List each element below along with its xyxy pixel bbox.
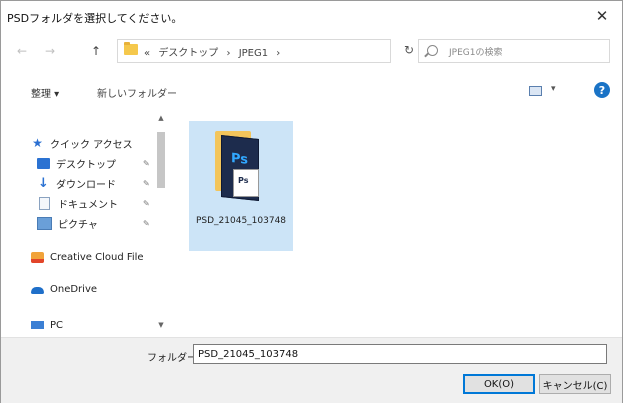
cancel-button[interactable]: キャンセル(C)	[539, 374, 611, 394]
toolbar: 整理 ▾ 新しいフォルダー ▾ ?	[1, 79, 622, 103]
file-name: PSD_21045_103748	[195, 216, 287, 226]
sidebar-item-label: PC	[50, 319, 64, 331]
search-placeholder: JPEG1の検索	[449, 48, 503, 58]
close-button[interactable]: ✕	[582, 1, 622, 31]
new-folder-button[interactable]: 新しいフォルダー	[97, 85, 177, 100]
scrollbar-thumb[interactable]	[157, 132, 165, 188]
documents-icon	[39, 196, 50, 210]
view-options-button[interactable]: ▾	[529, 84, 563, 98]
address-bar[interactable]: « デスクトップ › JPEG1 › ⌄	[117, 39, 464, 63]
breadcrumb: « デスクトップ › JPEG1 ›	[144, 44, 285, 59]
creative-cloud-icon	[31, 251, 44, 263]
onedrive-icon	[31, 287, 44, 294]
search-input[interactable]: JPEG1の検索	[418, 39, 610, 63]
breadcrumb-overflow[interactable]: «	[144, 48, 150, 59]
pin-icon: ✎	[143, 158, 150, 168]
ok-button[interactable]: OK(O)	[463, 374, 535, 394]
sidebar-item-documents[interactable]: ドキュメント ✎	[37, 194, 169, 212]
sidebar-item-pc[interactable]: PC	[31, 316, 169, 332]
navigation-pane: ★ クイック アクセス デスクトップ ✎ ↓ ダウンロード ✎ ドキュメント ✎…	[31, 116, 169, 332]
help-button[interactable]: ?	[594, 82, 610, 98]
back-button[interactable]: ←	[13, 42, 31, 60]
download-icon: ↓	[38, 175, 49, 191]
psd-folder-icon: Ps Ps	[215, 131, 261, 201]
sidebar-item-desktop[interactable]: デスクトップ ✎	[37, 154, 169, 172]
folder-icon	[124, 42, 138, 55]
sidebar-item-pictures[interactable]: ピクチャ ✎	[37, 214, 169, 232]
title-bar: PSDフォルダを選択してください。 ✕	[1, 1, 622, 31]
navigation-scrollbar[interactable]: ▲ ▼	[155, 114, 167, 334]
sidebar-item-label: ダウンロード	[56, 179, 116, 191]
breadcrumb-jpeg1[interactable]: JPEG1	[239, 48, 268, 59]
breadcrumb-separator[interactable]: ›	[276, 48, 280, 59]
forward-button[interactable]: →	[41, 42, 59, 60]
up-button[interactable]: ↑	[87, 42, 105, 60]
search-icon	[427, 45, 438, 56]
breadcrumb-desktop[interactable]: デスクトップ	[158, 48, 218, 59]
pin-icon: ✎	[143, 178, 150, 188]
pin-icon: ✎	[143, 198, 150, 208]
dialog-title: PSDフォルダを選択してください。	[7, 12, 183, 25]
sidebar-item-label: デスクトップ	[56, 159, 116, 171]
scroll-down-icon[interactable]: ▼	[155, 321, 167, 331]
pc-icon	[31, 321, 44, 329]
chevron-down-icon: ▾	[551, 84, 556, 94]
sidebar-item-label: ドキュメント	[58, 199, 118, 211]
sidebar-item-onedrive[interactable]: OneDrive	[31, 280, 169, 298]
organize-button[interactable]: 整理 ▾	[31, 85, 59, 100]
view-icon	[529, 86, 542, 96]
file-list: Ps Ps PSD_21045_103748	[169, 111, 622, 337]
breadcrumb-separator[interactable]: ›	[227, 48, 231, 59]
file-item[interactable]: Ps Ps PSD_21045_103748	[189, 121, 293, 251]
dialog-footer: フォルダー: OK(O) キャンセル(C)	[1, 337, 622, 403]
sidebar-item-creative-cloud[interactable]: Creative Cloud File	[31, 248, 169, 266]
sidebar-item-downloads[interactable]: ↓ ダウンロード ✎	[37, 174, 169, 192]
scroll-up-icon[interactable]: ▲	[155, 114, 167, 124]
sidebar-item-label: ピクチャ	[58, 219, 98, 231]
pin-icon: ✎	[143, 218, 150, 228]
sidebar-item-quick-access[interactable]: ★ クイック アクセス	[31, 134, 169, 152]
pictures-icon	[37, 216, 52, 230]
folder-name-field[interactable]	[193, 344, 607, 364]
sidebar-item-label: OneDrive	[50, 283, 98, 295]
star-icon: ★	[32, 135, 43, 150]
folder-picker-dialog: PSDフォルダを選択してください。 ✕ ← → ↑ « デスクトップ › JPE…	[0, 0, 623, 403]
desktop-icon	[37, 157, 50, 169]
sidebar-item-label: Creative Cloud File	[50, 251, 144, 263]
sidebar-item-label: クイック アクセス	[50, 139, 133, 151]
